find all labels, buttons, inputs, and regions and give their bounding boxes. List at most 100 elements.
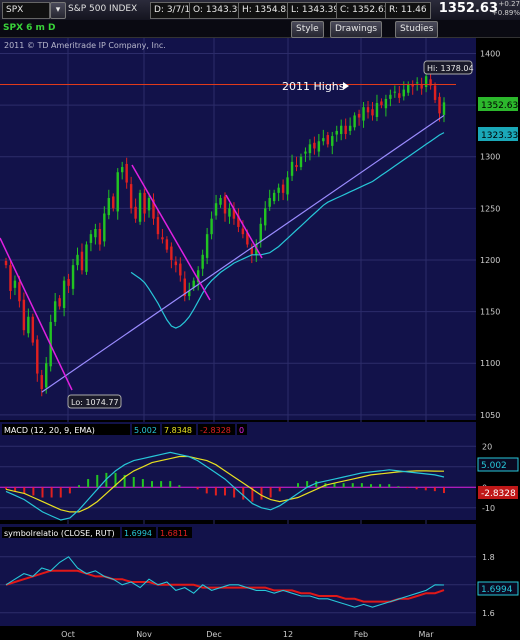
candle-body: [317, 141, 321, 152]
candle-body: [143, 192, 146, 214]
macd-header: MACD (12, 20, 9, EMA) 5.002 7.8348 -2.83…: [2, 424, 247, 435]
macd-value-tag-text: 5.002: [481, 461, 507, 471]
candle-body: [415, 82, 419, 84]
candle-body: [281, 184, 285, 193]
candle-body: [129, 184, 133, 209]
chart-canvas: 10501100115012001250130013501400 2011 © …: [0, 38, 519, 639]
ratio-header-value: 1.6994: [124, 529, 152, 538]
x-tick-label: Oct: [61, 630, 75, 639]
candle-body: [80, 251, 84, 271]
candle-body: [161, 237, 164, 240]
price-y-tick-label: 1050: [480, 411, 500, 420]
sma-price-tag-text: 1323.33: [481, 131, 518, 141]
candle-body: [9, 265, 12, 291]
candle-body: [272, 192, 276, 202]
candle-body: [67, 279, 70, 286]
candle-body: [286, 177, 289, 195]
highs-annotation: 2011 Highs: [282, 80, 345, 93]
candle-body: [76, 254, 79, 266]
candle-body: [259, 223, 262, 242]
candle-body: [348, 125, 352, 131]
candle: [85, 241, 88, 275]
macd-header-label: MACD (12, 20, 9, EMA): [4, 426, 95, 435]
candle-body: [438, 96, 441, 114]
candle-body: [40, 375, 43, 390]
candle-body: [107, 198, 111, 216]
candle-body: [308, 144, 312, 154]
ratio-value-tag-text: 1.6994: [481, 585, 513, 595]
candle-body: [442, 102, 446, 115]
candle-body: [264, 208, 267, 226]
candle-body: [201, 254, 204, 269]
last-price-tag-text: 1352.63: [481, 101, 518, 111]
candle-body: [112, 196, 115, 209]
candle-body: [45, 363, 48, 388]
candle-body: [313, 142, 316, 149]
candle-body: [375, 103, 379, 117]
ratio-header-avg: 1.6811: [160, 529, 188, 538]
candle-body: [205, 234, 209, 258]
candle-body: [223, 196, 227, 214]
price-y-tick-label: 1300: [480, 153, 500, 162]
candle-body: [170, 246, 173, 260]
candle-body: [241, 228, 245, 235]
macd-header-zero: 0: [239, 426, 244, 435]
candle-body: [277, 187, 280, 193]
macd-diff-tag-text: -2.8328: [481, 489, 516, 499]
candle-body: [322, 138, 325, 142]
x-tick-label: Feb: [354, 630, 368, 639]
candle-body: [295, 164, 298, 168]
candle-body: [331, 136, 334, 146]
candle: [433, 82, 437, 104]
candle-body: [31, 316, 35, 343]
candle-body: [165, 239, 169, 250]
candle-body: [339, 125, 343, 135]
price-y-tick-label: 1100: [480, 359, 500, 368]
candle-body: [362, 107, 365, 121]
candle-body: [433, 85, 437, 100]
price-y-tick-label: 1400: [480, 49, 500, 58]
macd-y-tick-label: 20: [482, 442, 492, 451]
candle-body: [62, 280, 66, 308]
candle-body: [353, 115, 356, 128]
candle-body: [103, 213, 106, 242]
price-y-tick-label: 1150: [480, 308, 500, 317]
macd-y-tick-label: -10: [482, 504, 495, 513]
x-tick-label: Dec: [206, 630, 221, 639]
candle: [138, 189, 142, 225]
candle-body: [156, 217, 160, 235]
candle-body: [4, 261, 8, 266]
candle-body: [402, 89, 405, 97]
hi-label: Hi: 1378.04: [427, 64, 474, 73]
candle-body: [36, 339, 39, 374]
candle-body: [18, 282, 21, 302]
candle: [31, 313, 35, 346]
x-tick-label: Mar: [418, 630, 434, 639]
ratio-panel-background: [0, 524, 476, 626]
candle-body: [384, 98, 388, 109]
candle-body: [304, 151, 307, 154]
ratio-header-label: symbolrelatio (CLOSE, RUT): [4, 529, 115, 538]
candle-body: [290, 161, 294, 176]
candle-body: [134, 206, 137, 219]
candle-body: [366, 107, 370, 113]
macd-header-diff: -2.8328: [200, 426, 231, 435]
candle-body: [179, 263, 182, 276]
ratio-header: symbolrelatio (CLOSE, RUT) 1.6994 1.6811: [2, 527, 192, 538]
candle-body: [147, 198, 151, 211]
candle-body: [424, 76, 428, 88]
candle-body: [219, 198, 222, 205]
candle-body: [120, 167, 124, 173]
candle-body: [326, 135, 330, 145]
candle-body: [335, 130, 338, 135]
candle-body: [268, 198, 271, 207]
ratio-y-tick-label: 1.8: [482, 553, 495, 562]
candle-body: [22, 299, 26, 331]
candle-body: [27, 316, 30, 334]
candle-body: [214, 203, 218, 216]
candle-body: [138, 192, 142, 222]
x-tick-label: 12: [283, 630, 293, 639]
candle-body: [85, 244, 88, 272]
candle-body: [407, 84, 410, 93]
candle-body: [393, 91, 397, 93]
